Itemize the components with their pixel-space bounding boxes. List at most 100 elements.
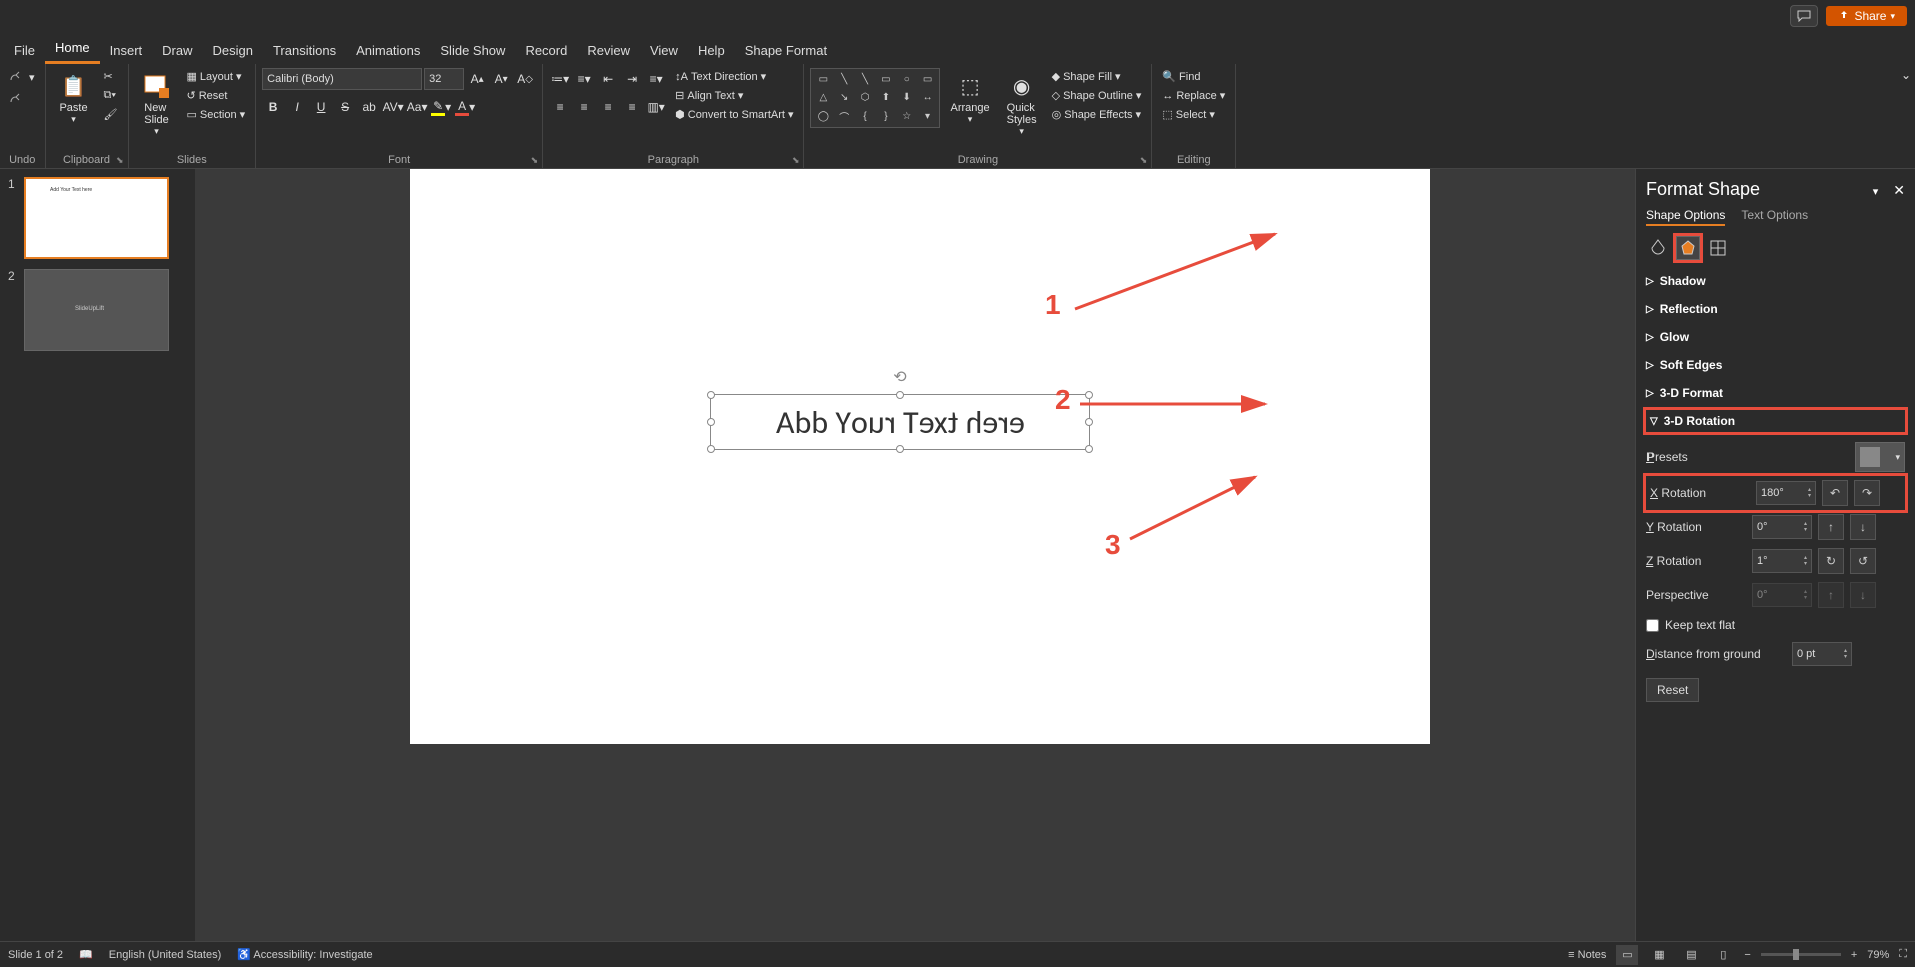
highlight-button[interactable]: ✎▾ <box>430 96 452 118</box>
justify-button[interactable]: ≡ <box>621 96 643 118</box>
x-rotate-right-button[interactable]: ↷ <box>1854 480 1880 506</box>
tab-text-options[interactable]: Text Options <box>1741 208 1808 226</box>
change-case-button[interactable]: Aa▾ <box>406 96 428 118</box>
format-painter-button[interactable]: 🖌 <box>100 106 122 123</box>
y-rotate-down-button[interactable]: ↓ <box>1850 514 1876 540</box>
zoom-level[interactable]: 79% <box>1867 949 1889 961</box>
bullets-button[interactable]: ≔▾ <box>549 68 571 90</box>
section-shadow[interactable]: ▷Shadow <box>1646 270 1905 292</box>
handle-br[interactable] <box>1085 445 1093 453</box>
tab-shape-options[interactable]: Shape Options <box>1646 208 1725 226</box>
handle-bc[interactable] <box>896 445 904 453</box>
normal-view-button[interactable]: ▭ <box>1616 945 1638 965</box>
arrange-button[interactable]: ⬚ Arrange▾ <box>944 68 995 127</box>
drawing-launcher[interactable]: ⬊ <box>1140 155 1148 166</box>
align-text-button[interactable]: ⊟ Align Text▾ <box>671 87 797 104</box>
tab-slide-show[interactable]: Slide Show <box>430 37 515 64</box>
tab-shape-format[interactable]: Shape Format <box>735 37 837 64</box>
tab-review[interactable]: Review <box>577 37 640 64</box>
tab-insert[interactable]: Insert <box>100 37 153 64</box>
align-center-button[interactable]: ≡ <box>573 96 595 118</box>
zoom-slider[interactable] <box>1761 953 1841 956</box>
fit-to-window-button[interactable]: ⛶ <box>1899 948 1907 961</box>
presets-dropdown[interactable] <box>1855 442 1905 472</box>
decrease-indent-button[interactable]: ⇤ <box>597 68 619 90</box>
perspective-up-button[interactable]: ↑ <box>1818 582 1844 608</box>
tab-design[interactable]: Design <box>203 37 263 64</box>
notes-button[interactable]: ≡ Notes <box>1568 949 1606 961</box>
line-spacing-button[interactable]: ≡▾ <box>645 68 667 90</box>
italic-button[interactable]: I <box>286 96 308 118</box>
font-launcher[interactable]: ⬊ <box>531 155 539 166</box>
distance-input[interactable]: 0 pt▴▾ <box>1792 642 1852 666</box>
fill-line-icon[interactable] <box>1646 236 1670 260</box>
shadow-text-button[interactable]: ab <box>358 96 380 118</box>
select-button[interactable]: ⬚ Select▾ <box>1158 106 1229 123</box>
section-3d-rotation[interactable]: ▽3-D Rotation <box>1646 410 1905 432</box>
size-properties-icon[interactable] <box>1706 236 1730 260</box>
clear-formatting-button[interactable]: A◇ <box>514 68 536 90</box>
find-button[interactable]: 🔍 Find <box>1158 68 1229 85</box>
cut-button[interactable]: ✂ <box>100 68 122 85</box>
collapse-ribbon-button[interactable]: ⌄ <box>1897 64 1915 168</box>
undo-button[interactable]: ▾ <box>6 68 39 86</box>
quick-styles-button[interactable]: ◉ Quick Styles▾ <box>1000 68 1044 139</box>
thumbnail-2[interactable]: SlideUpLift <box>24 269 169 351</box>
reset-button[interactable]: Reset <box>1646 678 1699 702</box>
y-rotate-up-button[interactable]: ↑ <box>1818 514 1844 540</box>
x-rotation-input[interactable]: 180°▴▾ <box>1756 481 1816 505</box>
handle-tc[interactable] <box>896 391 904 399</box>
align-left-button[interactable]: ≡ <box>549 96 571 118</box>
tab-draw[interactable]: Draw <box>152 37 202 64</box>
shape-effects-button[interactable]: ◎ Shape Effects▾ <box>1048 106 1146 123</box>
y-rotation-input[interactable]: 0°▴▾ <box>1752 515 1812 539</box>
comments-button[interactable] <box>1790 5 1818 27</box>
perspective-down-button[interactable]: ↓ <box>1850 582 1876 608</box>
replace-button[interactable]: ↔ Replace▾ <box>1158 87 1229 104</box>
shape-fill-button[interactable]: ◆ Shape Fill▾ <box>1048 68 1146 85</box>
new-slide-button[interactable]: New Slide▾ <box>135 68 179 139</box>
slide-counter[interactable]: Slide 1 of 2 <box>8 949 63 961</box>
zoom-in-button[interactable]: + <box>1851 949 1857 961</box>
increase-font-button[interactable]: A▴ <box>466 68 488 90</box>
slideshow-view-button[interactable]: ▯ <box>1712 945 1734 965</box>
paste-button[interactable]: 📋 Paste▾ <box>52 68 96 127</box>
pane-dropdown-icon[interactable]: ▾ <box>1873 186 1879 198</box>
zoom-out-button[interactable]: − <box>1744 949 1750 961</box>
reading-view-button[interactable]: ▤ <box>1680 945 1702 965</box>
underline-button[interactable]: U <box>310 96 332 118</box>
paragraph-launcher[interactable]: ⬊ <box>792 155 800 166</box>
font-name-select[interactable] <box>262 68 422 90</box>
char-spacing-button[interactable]: AV▾ <box>382 96 404 118</box>
shape-outline-button[interactable]: ◇ Shape Outline▾ <box>1048 87 1146 104</box>
x-rotate-left-button[interactable]: ↶ <box>1822 480 1848 506</box>
handle-tl[interactable] <box>707 391 715 399</box>
tab-record[interactable]: Record <box>515 37 577 64</box>
redo-button[interactable] <box>6 90 30 108</box>
effects-icon[interactable] <box>1676 236 1700 260</box>
tab-animations[interactable]: Animations <box>346 37 430 64</box>
shapes-gallery[interactable]: ▭╲╲▭○▭ △↘⬡⬆⬇↔ ◯⌒{}☆▾ <box>810 68 940 128</box>
increase-indent-button[interactable]: ⇥ <box>621 68 643 90</box>
rotation-handle-icon[interactable]: ⟲ <box>893 367 906 387</box>
keep-text-flat-checkbox[interactable] <box>1646 619 1659 632</box>
z-rotation-input[interactable]: 1°▴▾ <box>1752 549 1812 573</box>
tab-transitions[interactable]: Transitions <box>263 37 346 64</box>
language-status[interactable]: English (United States) <box>109 949 222 961</box>
handle-mr[interactable] <box>1085 418 1093 426</box>
pane-close-icon[interactable]: ✕ <box>1893 182 1905 198</box>
clipboard-launcher[interactable]: ⬊ <box>116 155 124 166</box>
z-rotate-cw-button[interactable]: ↻ <box>1818 548 1844 574</box>
sorter-view-button[interactable]: ▦ <box>1648 945 1670 965</box>
layout-button[interactable]: ▦ Layout▾ <box>183 68 250 85</box>
align-right-button[interactable]: ≡ <box>597 96 619 118</box>
section-button[interactable]: ▭ Section▾ <box>183 106 250 123</box>
columns-button[interactable]: ▥▾ <box>645 96 667 118</box>
section-reflection[interactable]: ▷Reflection <box>1646 298 1905 320</box>
textbox-selected[interactable]: ⟲ Add Your Text here <box>710 394 1090 450</box>
z-rotate-ccw-button[interactable]: ↺ <box>1850 548 1876 574</box>
strikethrough-button[interactable]: S <box>334 96 356 118</box>
numbering-button[interactable]: ≡▾ <box>573 68 595 90</box>
section-3d-format[interactable]: ▷3-D Format <box>1646 382 1905 404</box>
smartart-button[interactable]: ⬢ Convert to SmartArt▾ <box>671 106 797 123</box>
